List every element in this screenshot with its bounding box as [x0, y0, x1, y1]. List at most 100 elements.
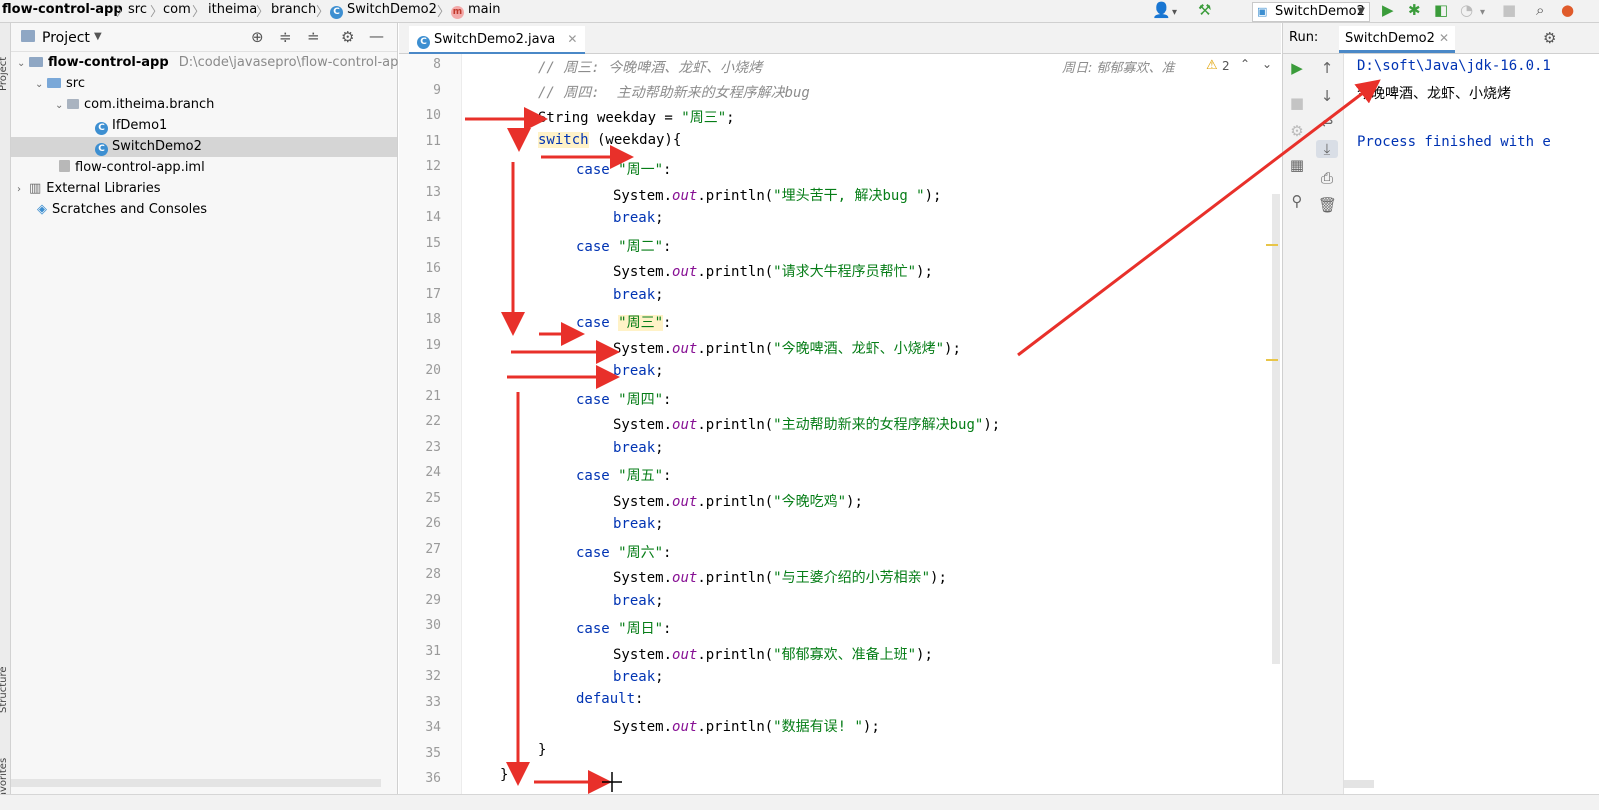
code-line-break: break; [613, 440, 664, 456]
line-number: 32 [425, 669, 441, 684]
debug-icon[interactable]: ✱ [1408, 2, 1421, 19]
breadcrumb-separator: 〉 [192, 5, 206, 20]
run-configuration-select[interactable]: ▣ SwitchDemo2 ▼ [1252, 2, 1370, 22]
warning-marker[interactable] [1266, 244, 1278, 246]
case-label: "周二" [618, 238, 664, 255]
expand-icon[interactable]: ≑ [279, 28, 292, 46]
gear-icon[interactable]: ⚙ [1543, 29, 1556, 47]
tree-item-scratches[interactable]: ◈ Scratches and Consoles [37, 200, 207, 220]
colon: : [663, 315, 672, 331]
profile-icon[interactable]: ◔ [1460, 2, 1473, 19]
semicolon: ; [655, 210, 664, 226]
variable-decl: weekday = [588, 110, 682, 126]
line-number: 21 [425, 388, 441, 404]
app-icon[interactable]: ● [1561, 2, 1574, 19]
search-icon[interactable]: ⌕ [1536, 2, 1544, 19]
close-icon[interactable]: ✕ [567, 32, 577, 46]
system-ref: System. [613, 493, 673, 510]
field-out: out [672, 187, 698, 204]
string-literal: "埋头苦干, 解决bug " [773, 187, 925, 204]
scroll-to-end-icon[interactable]: ⤓ [1316, 140, 1338, 158]
breadcrumb-method[interactable]: m main [451, 2, 500, 19]
chevron-down-icon[interactable]: ▾ [1172, 4, 1177, 21]
tree-item-ifdemo1[interactable]: C IfDemo1 [95, 116, 167, 136]
project-view-title[interactable]: Project [42, 30, 90, 46]
line-number: 16 [425, 261, 441, 276]
system-ref: System. [613, 340, 673, 357]
tab-switchdemo2[interactable]: C SwitchDemo2.java ✕ [409, 26, 586, 55]
project-tool-label[interactable]: Project [0, 57, 9, 91]
library-icon: ▥ [29, 181, 42, 196]
pin-icon[interactable]: ⚲ [1288, 192, 1306, 210]
breadcrumb-project[interactable]: flow-control-app [2, 2, 123, 17]
breadcrumb-class[interactable]: C SwitchDemo2 [330, 2, 437, 19]
target-icon[interactable]: ⊕ [251, 28, 264, 46]
minimize-icon[interactable]: — [369, 27, 384, 45]
breadcrumb-method-label: main [468, 2, 501, 17]
code-editor[interactable]: // 周三: 今晚啤酒、龙虾、小烧烤 周日: 郁郁寡欢、准 ⚠ 2 ⌃ ⌄ //… [462, 54, 1280, 794]
vertical-scrollbar[interactable] [1272, 194, 1280, 664]
call-close: ); [983, 417, 1001, 433]
case-label: "周六" [618, 544, 664, 561]
tree-item-package[interactable]: ⌄ com.itheima.branch [55, 95, 214, 115]
hammer-icon[interactable]: ⚒ [1198, 2, 1211, 19]
breadcrumb-src[interactable]: src [128, 2, 147, 17]
console-line-finished: Process finished with e [1357, 134, 1551, 150]
user-icon[interactable]: 👤 [1152, 2, 1171, 19]
chevron-up-icon[interactable]: ⌃ [1240, 57, 1250, 71]
code-comment: // 周四: 主动帮助新来的女程序解决bug [538, 85, 810, 101]
trash-icon[interactable]: 🗑 [1318, 196, 1337, 214]
stop-icon[interactable]: ■ [1502, 2, 1516, 19]
keyword-case: case [576, 621, 610, 637]
console-output[interactable]: D:\soft\Java\jdk-16.0.1 今晚啤酒、龙虾、小烧烤 Proc… [1343, 54, 1599, 794]
stop-icon[interactable]: ■ [1288, 94, 1306, 112]
line-number: 19 [425, 337, 441, 353]
tree-item-src[interactable]: ⌄ src [35, 74, 85, 94]
horizontal-scrollbar[interactable] [1344, 780, 1374, 788]
chevron-down-icon[interactable]: ▼ [94, 31, 102, 42]
line-number: 26 [425, 516, 441, 531]
warning-icon[interactable]: ⚠ [1206, 58, 1218, 73]
system-ref: System. [613, 570, 673, 586]
code-line-case: case "周三": [576, 312, 671, 332]
tree-item-iml[interactable]: flow-control-app.iml [59, 158, 205, 178]
field-out: out [672, 340, 698, 357]
system-ref: System. [613, 187, 673, 204]
gear-icon[interactable]: ⚙ [341, 28, 354, 46]
line-number: 27 [425, 541, 441, 557]
collapse-icon[interactable]: ≐ [307, 28, 320, 46]
console-line-command: D:\soft\Java\jdk-16.0.1 [1357, 58, 1551, 74]
tree-item-project-root[interactable]: ⌄ flow-control-app D:\code\javasepro\flow… [17, 53, 398, 73]
code-line-println: System.out.println("埋头苦干, 解决bug "); [613, 185, 941, 205]
breadcrumb-branch[interactable]: branch [271, 2, 316, 17]
string-literal: "主动帮助新来的女程序解决bug" [773, 417, 984, 433]
horizontal-scrollbar[interactable] [11, 779, 381, 787]
breadcrumb-com[interactable]: com [163, 2, 191, 17]
breadcrumb-class-label: SwitchDemo2 [347, 2, 437, 17]
coverage-icon[interactable]: ◧ [1434, 2, 1448, 19]
wrap-icon[interactable]: ↩ [1318, 114, 1336, 132]
colon: : [663, 162, 672, 178]
line-number: 13 [425, 184, 441, 200]
breadcrumb-itheima[interactable]: itheima [208, 2, 257, 17]
layout-icon[interactable]: ▦ [1288, 156, 1306, 174]
code-line-println: System.out.println("今晚吃鸡"); [613, 491, 863, 511]
structure-tool-label[interactable]: Structure [0, 666, 9, 713]
run-icon[interactable]: ▶ [1382, 2, 1394, 19]
run-tab[interactable]: SwitchDemo2 ✕ [1339, 26, 1456, 53]
print-icon[interactable]: ⎙ [1318, 169, 1336, 187]
scroll-up-icon[interactable]: ↑ [1318, 59, 1336, 77]
settings-icon[interactable]: ⚙ [1288, 122, 1306, 140]
scroll-down-icon[interactable]: ↓ [1318, 87, 1336, 105]
chevron-down-icon[interactable]: ⌄ [1262, 57, 1272, 71]
run-configuration-label: SwitchDemo2 [1275, 4, 1365, 19]
tree-item-switchdemo2[interactable]: C SwitchDemo2 [11, 137, 397, 157]
string-literal: "今晚吃鸡" [773, 493, 847, 510]
tree-item-external-libraries[interactable]: › ▥ External Libraries [17, 179, 161, 199]
close-icon[interactable]: ✕ [1439, 31, 1449, 45]
code-line-case: case "周六": [576, 542, 671, 562]
line-number: 15 [425, 235, 441, 251]
chevron-down-icon[interactable]: ▾ [1480, 4, 1485, 21]
rerun-icon[interactable]: ▶ [1288, 59, 1306, 77]
warning-marker[interactable] [1266, 359, 1278, 361]
